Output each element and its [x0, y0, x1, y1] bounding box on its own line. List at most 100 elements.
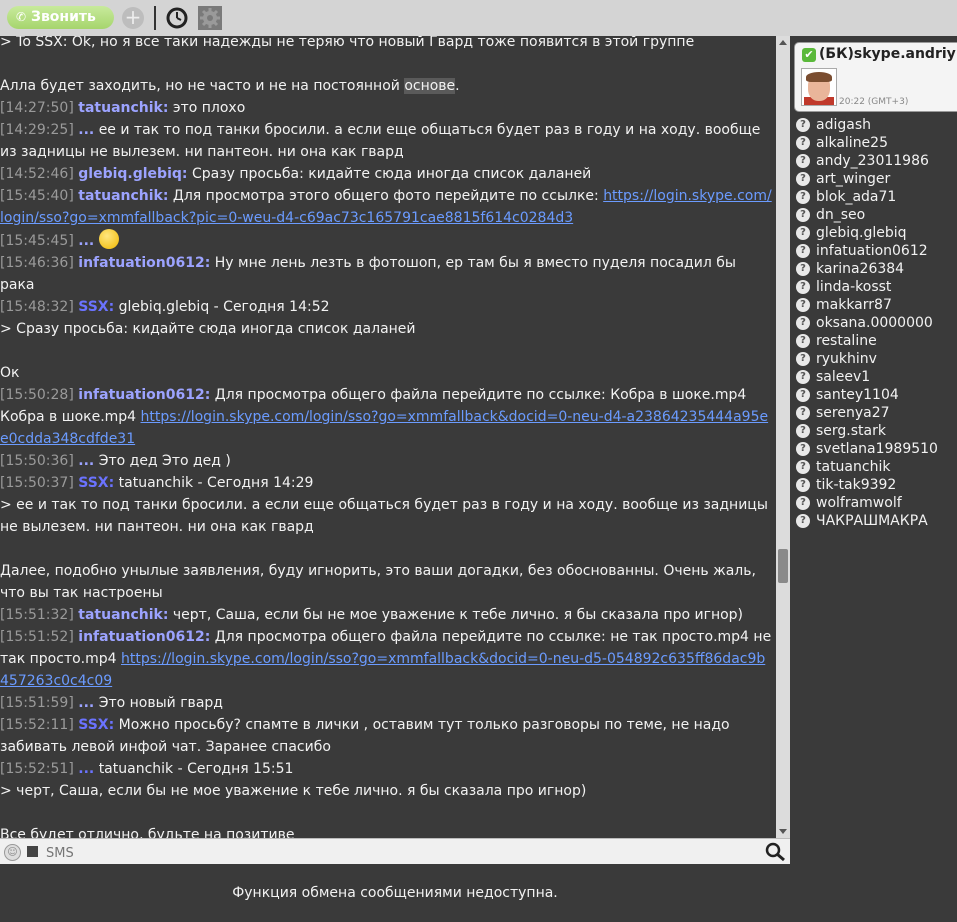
call-button[interactable]: ✆ Звонить	[7, 6, 114, 29]
participant-list: ? adigash? alkaline25? andy_23011986? art_wi…	[796, 116, 938, 530]
participant-name: glebiq.glebiq	[816, 225, 907, 241]
participant-item[interactable]: ? adigash	[796, 116, 938, 134]
toolbar: ✆ Звонить +	[0, 0, 957, 37]
question-status-icon: ?	[796, 352, 810, 366]
participant-item[interactable]: ? wolframwolf	[796, 494, 938, 512]
chat-line-text: > ее и так то под танки бросили. а если …	[0, 497, 768, 535]
participant-item[interactable]: ? alkaline25	[796, 134, 938, 152]
message-text: Для просмотра этого общего фото перейдит…	[172, 188, 604, 204]
message-author[interactable]: tatuanchik:	[78, 100, 168, 116]
chat-message: [15:52:11] SSX: Можно просьбу? спамте в …	[0, 714, 772, 758]
history-button[interactable]	[166, 7, 188, 29]
message-author[interactable]: tatuanchik:	[78, 607, 168, 623]
sms-input[interactable]	[44, 842, 758, 864]
question-status-icon: ?	[796, 280, 810, 294]
message-author[interactable]: ...	[78, 761, 94, 777]
message-author[interactable]: infatuation0612:	[78, 387, 210, 403]
participant-item[interactable]: ? makkarr87	[796, 296, 938, 314]
participant-name: serg.stark	[816, 423, 886, 439]
question-status-icon: ?	[796, 478, 810, 492]
participant-item[interactable]: ? andy_23011986	[796, 152, 938, 170]
participant-item[interactable]: ? dn_seo	[796, 206, 938, 224]
chat-message: [15:51:32] tatuanchik: черт, Саша, если …	[0, 604, 772, 626]
message-input-bar: ☺	[0, 838, 790, 865]
participant-item[interactable]: ? serenya27	[796, 404, 938, 422]
chat-blank-line	[0, 340, 772, 362]
chat-line-text: Далее, подобно унылые заявления, буду иг…	[0, 563, 756, 601]
participant-item[interactable]: ? karina26384	[796, 260, 938, 278]
scroll-up-arrow-icon[interactable]	[779, 40, 787, 45]
message-text: это плохо	[172, 100, 246, 116]
participant-item[interactable]: ? tik-tak9392	[796, 476, 938, 494]
add-participant-button[interactable]: +	[122, 7, 144, 29]
participant-name: santey1104	[816, 387, 899, 403]
message-author[interactable]: infatuation0612:	[78, 629, 210, 645]
participant-item[interactable]: ? ryukhinv	[796, 350, 938, 368]
question-status-icon: ?	[796, 244, 810, 258]
message-timestamp: [15:50:36]	[0, 453, 74, 469]
participant-item[interactable]: ? glebiq.glebiq	[796, 224, 938, 242]
search-button[interactable]	[764, 842, 786, 862]
message-text: черт, Саша, если бы не мое уважение к те…	[172, 607, 744, 623]
participant-name: ЧАКРАШМАКРА	[816, 513, 928, 529]
participant-item[interactable]: ? serg.stark	[796, 422, 938, 440]
message-author[interactable]: SSX:	[78, 475, 114, 491]
sms-checkbox[interactable]	[27, 846, 38, 857]
question-status-icon: ?	[796, 136, 810, 150]
chat-quote-line: > ее и так то под танки бросили. а если …	[0, 494, 772, 538]
message-timestamp: [14:27:50]	[0, 100, 74, 116]
participant-item[interactable]: ? oksana.0000000	[796, 314, 938, 332]
scroll-down-arrow-icon[interactable]	[779, 829, 787, 834]
question-status-icon: ?	[796, 370, 810, 384]
settings-button[interactable]	[198, 6, 222, 30]
participant-name: tik-tak9392	[816, 477, 897, 493]
participant-item[interactable]: ? art_winger	[796, 170, 938, 188]
message-author[interactable]: glebiq.glebiq:	[78, 166, 187, 182]
avatar-hair	[806, 72, 832, 82]
phone-icon: ✆	[16, 10, 27, 24]
participant-item[interactable]: ? santey1104	[796, 386, 938, 404]
message-timestamp: [15:52:11]	[0, 717, 74, 733]
message-author[interactable]: SSX:	[78, 717, 114, 733]
chat-history[interactable]: > To SSX: Ok, но я все таки надежды не т…	[0, 36, 776, 838]
chat-message: [15:45:40] tatuanchik: Для просмотра это…	[0, 185, 772, 229]
emoticon-icon[interactable]: ☺	[4, 844, 21, 861]
question-status-icon: ?	[796, 226, 810, 240]
participant-item[interactable]: ? linda-kosst	[796, 278, 938, 296]
chat-message: [14:29:25] ... ее и так то под танки бро…	[0, 119, 772, 163]
participant-name: art_winger	[816, 171, 891, 187]
participant-item[interactable]: ? restaline	[796, 332, 938, 350]
participant-name: andy_23011986	[816, 153, 929, 169]
chat-blank-line	[0, 538, 772, 560]
message-author[interactable]: ...	[78, 122, 94, 138]
scrollbar-thumb[interactable]	[778, 549, 788, 583]
participant-item[interactable]: ? blok_ada71	[796, 188, 938, 206]
chat-line-text: Все будет отлично, будьте на позитиве	[0, 827, 295, 838]
participant-item[interactable]: ? ЧАКРАШМАКРА	[796, 512, 938, 530]
message-author[interactable]: ...	[78, 695, 94, 711]
participant-item[interactable]: ? svetlana1989510	[796, 440, 938, 458]
chat-text-line: Далее, подобно унылые заявления, буду иг…	[0, 560, 772, 604]
message-author[interactable]: SSX:	[78, 299, 114, 315]
chat-message: [15:50:37] SSX: tatuanchik - Сегодня 14:…	[0, 472, 772, 494]
chat-scrollbar[interactable]	[776, 36, 790, 838]
message-text: Это дед Это дед )	[98, 453, 231, 469]
message-text: Сразу просьба: кидайте сюда иногда списо…	[191, 166, 592, 182]
message-timestamp: [15:51:59]	[0, 695, 74, 711]
highlighted-text: основе	[404, 78, 456, 94]
message-author[interactable]: ...	[78, 233, 94, 249]
message-author[interactable]: tatuanchik:	[78, 188, 168, 204]
contact-card[interactable]: ✔ (БК)skype.andriy1 ( 20:22 (GMT+3)	[794, 42, 957, 112]
participant-item[interactable]: ? saleev1	[796, 368, 938, 386]
avatar[interactable]	[801, 68, 837, 106]
message-timestamp: [15:51:52]	[0, 629, 74, 645]
chat-line-text: > To SSX: Ok, но я все таки надежды не т…	[0, 36, 695, 50]
participant-name: serenya27	[816, 405, 890, 421]
participant-item[interactable]: ? infatuation0612	[796, 242, 938, 260]
participant-name: makkarr87	[816, 297, 892, 313]
message-author[interactable]: infatuation0612:	[78, 255, 210, 271]
online-status-icon: ✔	[802, 48, 816, 62]
participant-name: oksana.0000000	[816, 315, 933, 331]
participant-item[interactable]: ? tatuanchik	[796, 458, 938, 476]
message-author[interactable]: ...	[78, 453, 94, 469]
